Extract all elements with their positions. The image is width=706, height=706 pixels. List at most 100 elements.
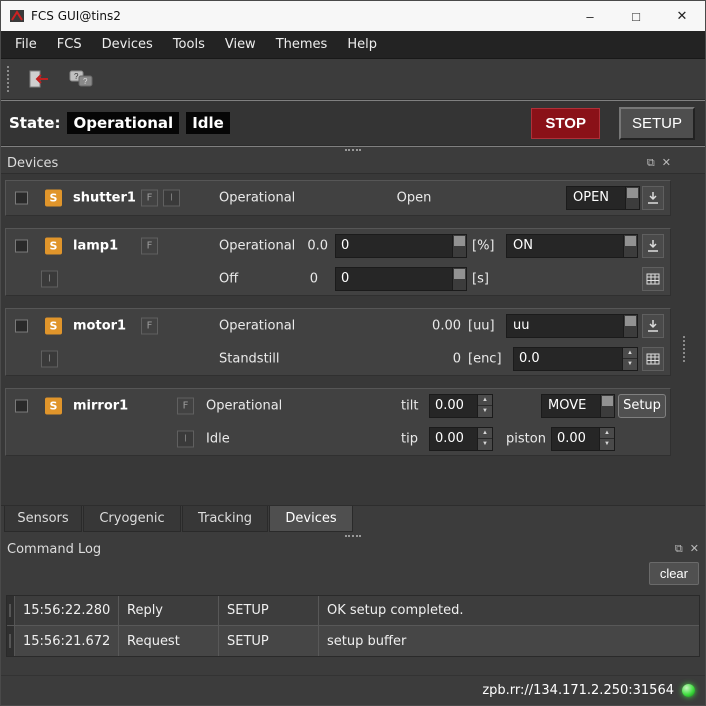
minimize-button[interactable]: –: [567, 1, 613, 31]
lamp1-power-select[interactable]: ON: [506, 234, 638, 258]
mirror1-tilt-input[interactable]: [430, 395, 477, 417]
log-message: setup buffer: [319, 626, 699, 656]
mirror1-i-button[interactable]: I: [177, 430, 194, 447]
shutter1-i-button[interactable]: I: [163, 190, 180, 207]
menu-item-view[interactable]: View: [215, 32, 266, 57]
dock-close-icon[interactable]: ✕: [690, 542, 699, 556]
spin-down-icon[interactable]: ▼: [600, 439, 614, 450]
motor1-encoder-readback: 0: [416, 351, 461, 366]
shutter1-command-value: OPEN: [567, 187, 625, 209]
combo-scrollbar-icon: [600, 395, 614, 417]
motor1-position-readback: 0.00: [386, 318, 461, 333]
menu-item-fcs[interactable]: FCS: [47, 32, 92, 57]
motor1-target-input[interactable]: [514, 348, 622, 370]
stop-button[interactable]: STOP: [531, 108, 600, 139]
mirror1-f-button[interactable]: F: [177, 397, 194, 414]
help-button[interactable]: ? ?: [65, 64, 99, 94]
lamp1-send-button[interactable]: [642, 234, 664, 258]
lamp1-checkbox[interactable]: [15, 239, 28, 252]
tab-sensors[interactable]: Sensors: [4, 506, 82, 532]
toolbar-drag-handle[interactable]: [7, 66, 11, 92]
tab-devices[interactable]: Devices: [269, 506, 353, 532]
motor1-checkbox[interactable]: [15, 319, 28, 332]
log-row[interactable]: 15:56:22.280 Reply SETUP OK setup comple…: [7, 596, 699, 626]
motor1-send-button[interactable]: [642, 314, 664, 338]
download-icon: [646, 191, 660, 205]
window-title: FCS GUI@tins2: [31, 9, 567, 23]
spin-up-icon[interactable]: ▲: [478, 395, 492, 407]
clear-button[interactable]: clear: [649, 562, 699, 585]
shutter1-send-button[interactable]: [642, 186, 664, 210]
spin-down-icon[interactable]: ▼: [478, 406, 492, 417]
motor1-f-button[interactable]: F: [141, 317, 158, 334]
mirror1-tip-input[interactable]: [430, 428, 477, 450]
lamp1-f-button[interactable]: F: [141, 237, 158, 254]
status-bar: zpb.rr://134.171.2.250:31564: [1, 675, 705, 705]
motor1-status: Operational: [219, 318, 295, 333]
spin-up-icon[interactable]: ▲: [623, 348, 637, 360]
table-icon: [646, 272, 660, 286]
motor1-table-button[interactable]: [642, 347, 664, 371]
log-dock-empty-area: [1, 657, 705, 675]
motor1-substatus: Standstill: [219, 351, 280, 366]
motor1-i-button[interactable]: I: [41, 350, 58, 367]
mirror1-setup-button[interactable]: Setup: [618, 394, 666, 418]
mirror1-state-badge: S: [45, 397, 62, 414]
spin-down-icon[interactable]: ▼: [478, 439, 492, 450]
mirror1-substatus: Idle: [206, 431, 230, 446]
motor1-encoder-unit: [enc]: [468, 351, 502, 366]
dock-float-icon[interactable]: ⧉: [647, 156, 655, 170]
dock-float-icon[interactable]: ⧉: [675, 542, 683, 556]
mirror1-move-select[interactable]: MOVE: [541, 394, 615, 418]
combo-scrollbar-icon: [623, 315, 637, 337]
menu-item-devices[interactable]: Devices: [92, 32, 163, 57]
lamp1-intensity-input[interactable]: [336, 235, 452, 257]
state-bar: State: Operational Idle STOP SETUP: [1, 99, 705, 147]
maximize-button[interactable]: □: [613, 1, 659, 31]
menu-item-themes[interactable]: Themes: [266, 32, 338, 57]
menu-item-file[interactable]: File: [5, 32, 47, 57]
log-type: Reply: [119, 596, 219, 625]
device-group-shutter1: S shutter1 F I Operational Open OPEN: [5, 180, 671, 216]
toolbar: ? ?: [1, 59, 705, 99]
mirror1-tilt-spinbox: ▲ ▼: [429, 394, 493, 418]
lamp1-state-badge: S: [45, 237, 62, 254]
motor1-target-spinbox: ▲ ▼: [513, 347, 638, 371]
devices-splitter-handle[interactable]: [683, 336, 687, 362]
menu-item-help[interactable]: Help: [337, 32, 387, 57]
menu-item-tools[interactable]: Tools: [163, 32, 215, 57]
titlebar: FCS GUI@tins2 – □ ✕: [1, 1, 705, 31]
exit-icon: [26, 69, 50, 89]
mirror1-checkbox[interactable]: [15, 399, 28, 412]
splitter-bottom[interactable]: [1, 532, 705, 539]
log-row[interactable]: 15:56:21.672 Request SETUP setup buffer: [7, 626, 699, 656]
command-log-title: Command Log: [7, 542, 101, 557]
spin-down-icon[interactable]: ▼: [623, 359, 637, 370]
app-window: FCS GUI@tins2 – □ ✕ File FCS Devices Too…: [0, 0, 706, 706]
lamp1-i-button[interactable]: I: [41, 270, 58, 287]
exit-button[interactable]: [21, 64, 55, 94]
combo-scrollbar-icon: [623, 235, 637, 257]
setup-button[interactable]: SETUP: [619, 107, 695, 140]
dock-close-icon[interactable]: ✕: [662, 156, 671, 170]
mirror1-piston-input[interactable]: [552, 428, 599, 450]
tab-tracking[interactable]: Tracking: [182, 506, 268, 532]
splitter-dots-icon: [345, 149, 361, 151]
close-button[interactable]: ✕: [659, 1, 705, 31]
motor1-unit-select[interactable]: uu: [506, 314, 638, 338]
spin-up-icon[interactable]: ▲: [478, 428, 492, 440]
shutter1-command-select[interactable]: OPEN: [566, 186, 640, 210]
log-command: SETUP: [219, 596, 319, 625]
lamp1-time-readback: 0: [290, 271, 318, 286]
devices-dock-title: Devices ⧉ ✕: [1, 153, 705, 173]
lamp1-time-input[interactable]: [336, 268, 452, 290]
shutter1-state-badge: S: [45, 190, 62, 207]
shutter1-f-button[interactable]: F: [141, 190, 158, 207]
splitter-dots-icon: [345, 535, 361, 537]
device-name-mirror1: mirror1: [73, 398, 128, 413]
lamp1-table-button[interactable]: [642, 267, 664, 291]
device-group-lamp1: S lamp1 F Operational 0.0 [%] ON: [5, 228, 671, 296]
tab-cryogenic[interactable]: Cryogenic: [83, 506, 181, 532]
shutter1-checkbox[interactable]: [15, 192, 28, 205]
spin-up-icon[interactable]: ▲: [600, 428, 614, 440]
